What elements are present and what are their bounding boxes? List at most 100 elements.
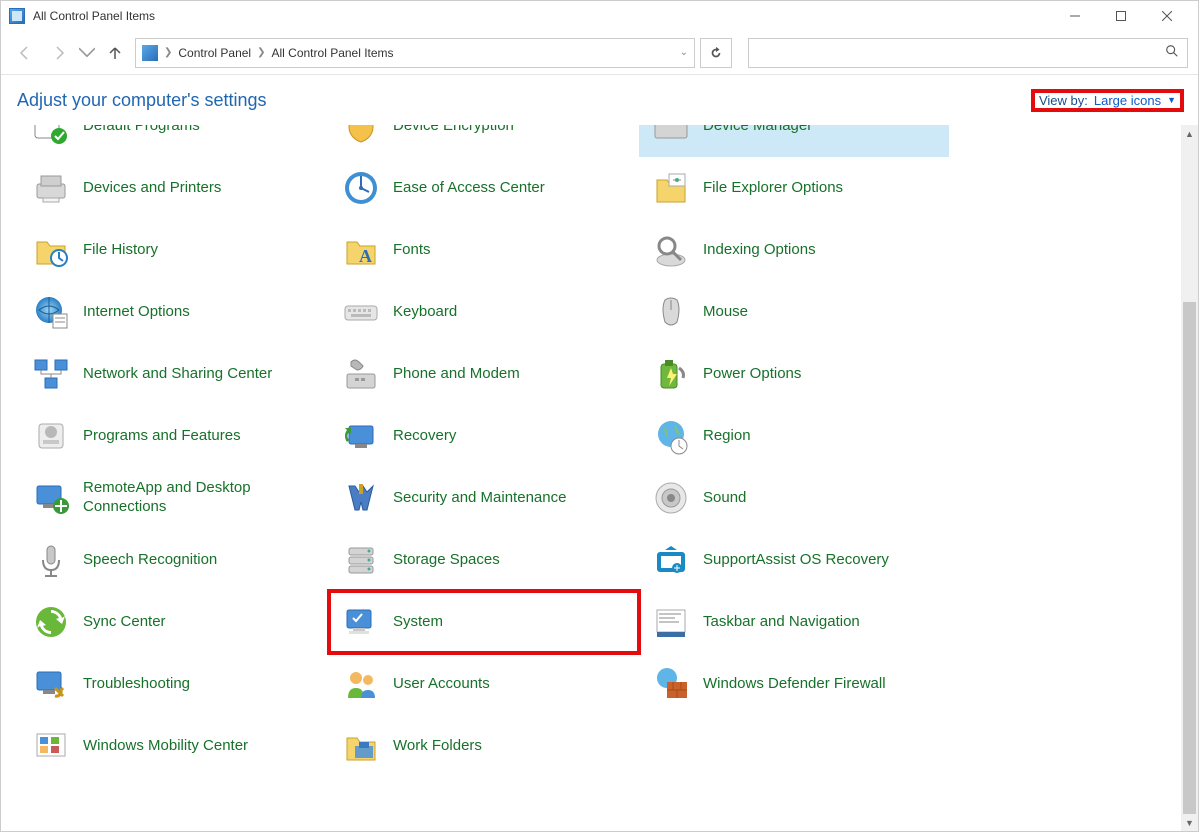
item-speech-recognition[interactable]: Speech Recognition — [19, 529, 329, 591]
item-device-encryption[interactable]: Device Encryption — [329, 125, 639, 157]
item-power-options[interactable]: Power Options — [639, 343, 949, 405]
item-mouse[interactable]: Mouse — [639, 281, 949, 343]
phone-modem-icon — [339, 352, 383, 396]
scroll-up-button[interactable]: ▲ — [1181, 125, 1198, 142]
window-controls — [1052, 1, 1190, 31]
view-by-value: Large icons — [1094, 93, 1161, 108]
close-button[interactable] — [1144, 1, 1190, 31]
item-keyboard[interactable]: Keyboard — [329, 281, 639, 343]
system-icon — [339, 600, 383, 644]
address-bar[interactable]: ❯ Control Panel ❯ All Control Panel Item… — [135, 38, 695, 68]
subheader: Adjust your computer's settings View by:… — [1, 75, 1198, 125]
defender-firewall-icon — [649, 662, 693, 706]
search-box[interactable] — [748, 38, 1188, 68]
device-manager-icon — [649, 125, 693, 148]
address-dropdown-icon[interactable]: ⌄ — [680, 47, 688, 58]
mobility-center-icon — [29, 724, 73, 768]
item-label: Speech Recognition — [83, 551, 217, 570]
item-label: SupportAssist OS Recovery — [703, 551, 889, 570]
chevron-right-icon[interactable]: ❯ — [257, 47, 265, 58]
item-device-manager[interactable]: Device Manager — [639, 125, 949, 157]
item-label: Region — [703, 427, 751, 446]
item-system[interactable]: System — [329, 591, 639, 653]
content-area: Default Programs Device Encryption Devic… — [1, 125, 1198, 831]
supportassist-icon — [649, 538, 693, 582]
item-label: Phone and Modem — [393, 365, 520, 384]
item-label: Network and Sharing Center — [83, 365, 272, 384]
item-work-folders[interactable]: Work Folders — [329, 715, 639, 777]
minimize-button[interactable] — [1052, 1, 1098, 31]
vertical-scrollbar[interactable]: ▲ ▼ — [1181, 125, 1198, 831]
security-maintenance-icon — [339, 476, 383, 520]
view-by-label: View by: — [1039, 93, 1088, 108]
chevron-right-icon[interactable]: ❯ — [164, 47, 172, 58]
item-storage-spaces[interactable]: Storage Spaces — [329, 529, 639, 591]
item-programs-features[interactable]: Programs and Features — [19, 405, 329, 467]
item-indexing-options[interactable]: Indexing Options — [639, 219, 949, 281]
item-mobility-center[interactable]: Windows Mobility Center — [19, 715, 329, 777]
scroll-down-button[interactable]: ▼ — [1181, 814, 1198, 831]
breadcrumb-current[interactable]: All Control Panel Items — [272, 46, 394, 60]
item-label: RemoteApp and Desktop Connections — [83, 479, 303, 517]
item-fonts[interactable]: A Fonts — [329, 219, 639, 281]
item-security-maintenance[interactable]: Security and Maintenance — [329, 467, 639, 529]
item-phone-modem[interactable]: Phone and Modem — [329, 343, 639, 405]
sound-icon — [649, 476, 693, 520]
scroll-track[interactable] — [1181, 142, 1198, 814]
titlebar: All Control Panel Items — [1, 1, 1198, 31]
item-defender-firewall[interactable]: Windows Defender Firewall — [639, 653, 949, 715]
recent-dropdown[interactable] — [79, 39, 95, 67]
item-devices-printers[interactable]: Devices and Printers — [19, 157, 329, 219]
page-heading: Adjust your computer's settings — [17, 90, 267, 111]
item-taskbar-navigation[interactable]: Taskbar and Navigation — [639, 591, 949, 653]
programs-features-icon — [29, 414, 73, 458]
item-internet-options[interactable]: Internet Options — [19, 281, 329, 343]
item-sound[interactable]: Sound — [639, 467, 949, 529]
item-label: File History — [83, 241, 158, 260]
item-remoteapp[interactable]: RemoteApp and Desktop Connections — [19, 467, 329, 529]
item-label: Recovery — [393, 427, 456, 446]
item-troubleshooting[interactable]: Troubleshooting — [19, 653, 329, 715]
items-grid: Default Programs Device Encryption Devic… — [1, 125, 1198, 777]
item-label: Internet Options — [83, 303, 190, 322]
item-ease-of-access[interactable]: Ease of Access Center — [329, 157, 639, 219]
item-file-explorer-options[interactable]: File Explorer Options — [639, 157, 949, 219]
item-user-accounts[interactable]: User Accounts — [329, 653, 639, 715]
sync-center-icon — [29, 600, 73, 644]
item-label: Sync Center — [83, 613, 166, 632]
maximize-button[interactable] — [1098, 1, 1144, 31]
item-sync-center[interactable]: Sync Center — [19, 591, 329, 653]
devices-printers-icon — [29, 166, 73, 210]
item-supportassist[interactable]: SupportAssist OS Recovery — [639, 529, 949, 591]
user-accounts-icon — [339, 662, 383, 706]
item-network-sharing[interactable]: Network and Sharing Center — [19, 343, 329, 405]
internet-options-icon — [29, 290, 73, 334]
item-label: Indexing Options — [703, 241, 816, 260]
network-sharing-icon — [29, 352, 73, 396]
item-label: Security and Maintenance — [393, 489, 566, 508]
refresh-button[interactable] — [700, 38, 732, 68]
item-label: Device Manager — [703, 125, 812, 135]
item-recovery[interactable]: Recovery — [329, 405, 639, 467]
forward-button[interactable] — [45, 39, 73, 67]
item-region[interactable]: Region — [639, 405, 949, 467]
search-input[interactable] — [757, 46, 1165, 60]
scroll-thumb[interactable] — [1183, 302, 1196, 814]
item-label: Sound — [703, 489, 746, 508]
item-label: Taskbar and Navigation — [703, 613, 860, 632]
view-by-selector[interactable]: View by: Large icons ▼ — [1033, 91, 1182, 110]
search-icon[interactable] — [1165, 44, 1179, 61]
ease-of-access-icon — [339, 166, 383, 210]
item-label: Windows Mobility Center — [83, 737, 248, 756]
item-label: File Explorer Options — [703, 179, 843, 198]
file-history-icon — [29, 228, 73, 272]
up-button[interactable] — [101, 39, 129, 67]
back-button[interactable] — [11, 39, 39, 67]
troubleshooting-icon — [29, 662, 73, 706]
breadcrumb-root[interactable]: Control Panel — [178, 46, 251, 60]
speech-recognition-icon — [29, 538, 73, 582]
window-title: All Control Panel Items — [33, 9, 155, 23]
indexing-options-icon — [649, 228, 693, 272]
item-default-programs[interactable]: Default Programs — [19, 125, 329, 157]
item-file-history[interactable]: File History — [19, 219, 329, 281]
